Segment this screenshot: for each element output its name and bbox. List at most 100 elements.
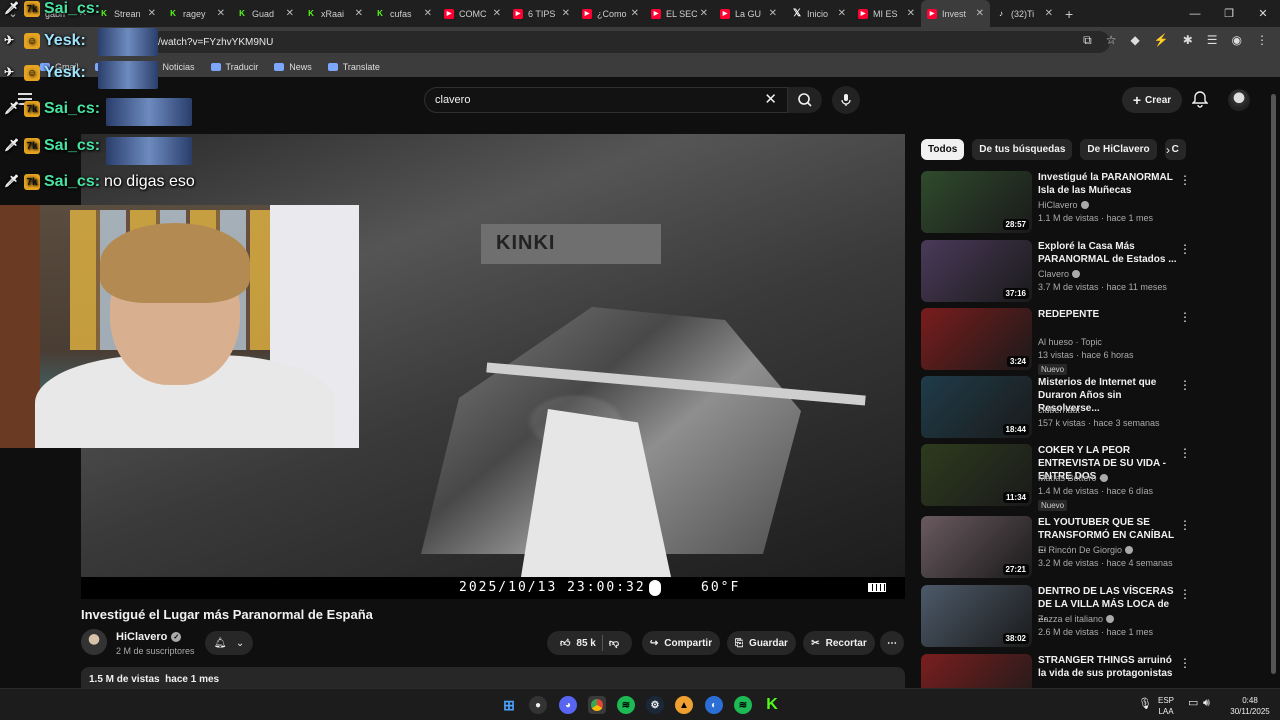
thumbs-down-icon[interactable]: 👎︎ xyxy=(609,637,619,649)
scrollbar[interactable] xyxy=(1271,88,1277,688)
more-actions-button[interactable]: ⋯ xyxy=(880,631,904,655)
bookmark-item[interactable]: News xyxy=(274,62,312,72)
more-options-icon[interactable]: ⋮ xyxy=(1179,310,1191,324)
recommended-title[interactable]: STRANGER THINGS arruinó la vida de sus p… xyxy=(1038,654,1178,680)
more-options-icon[interactable]: ⋮ xyxy=(1179,656,1191,670)
recommended-channel[interactable]: Zazza el italiano xyxy=(1038,614,1115,624)
browser-tab[interactable]: 𝕏 Inicio ✕ xyxy=(783,0,852,27)
tab-close-icon[interactable]: ✕ xyxy=(424,8,432,19)
recommended-channel[interactable]: Al hueso · Topic xyxy=(1038,337,1102,347)
video-thumbnail[interactable]: 38:02 xyxy=(921,585,1032,647)
language-indicator[interactable]: ESP LAA xyxy=(1158,695,1174,717)
browser-menu-icon[interactable]: ⋮ xyxy=(1256,33,1268,48)
filter-chip[interactable]: De HiClavero xyxy=(1080,139,1157,160)
recommended-video[interactable]: 3:24 REDEPENTE Al hueso · Topic 13 vistas ·… xyxy=(921,308,1191,375)
minimize-icon[interactable]: — xyxy=(1178,8,1212,20)
tab-close-icon[interactable]: ✕ xyxy=(976,8,984,19)
browser-tab[interactable]: ▶ COMC ✕ xyxy=(438,0,507,27)
more-options-icon[interactable]: ⋮ xyxy=(1179,378,1191,392)
video-thumbnail[interactable]: 37:16 xyxy=(921,240,1032,302)
steam-icon[interactable]: ⚙ xyxy=(646,696,664,714)
recommended-title[interactable]: Investigué la PARANORMAL Isla de las Muñ… xyxy=(1038,171,1178,197)
browser-tab[interactable]: Kcufas ✕ xyxy=(369,0,438,27)
channel-name[interactable]: HiClavero ✓ xyxy=(116,631,182,643)
bookmark-star-icon[interactable]: ☆ xyxy=(1106,33,1117,48)
more-options-icon[interactable]: ⋮ xyxy=(1179,173,1191,187)
filter-chip[interactable]: De tus búsquedas xyxy=(972,139,1073,160)
recommended-title[interactable]: REDEPENTE xyxy=(1038,308,1178,321)
recommended-video[interactable]: 37:16 Exploré la Casa Más PARANORMAL de E… xyxy=(921,240,1191,304)
microphone-tray-icon[interactable]: 🎙︎ xyxy=(1138,699,1152,710)
recommended-channel[interactable]: HiClavero xyxy=(1038,200,1089,210)
chrome-icon[interactable] xyxy=(588,696,606,714)
tab-close-icon[interactable]: ✕ xyxy=(148,8,156,19)
extension-icon[interactable]: ◆ xyxy=(1131,33,1140,48)
more-options-icon[interactable]: ⋮ xyxy=(1179,518,1191,532)
browser-tab[interactable]: ▶ MI ES ✕ xyxy=(852,0,921,27)
tab-close-icon[interactable]: ✕ xyxy=(562,8,570,19)
recommended-video[interactable]: 18:44 Misterios de Internet que Duraron A… xyxy=(921,376,1191,440)
chevron-right-icon[interactable]: › xyxy=(1166,143,1170,157)
close-window-icon[interactable]: ✕ xyxy=(1246,7,1280,20)
browser-tab[interactable]: K Guad ✕ xyxy=(231,0,300,27)
address-bar[interactable]: /watch?v=FYzhvYKM9NU xyxy=(150,31,1110,53)
browser-tab[interactable]: ♪ (32)Ti ✕ xyxy=(990,0,1059,27)
account-avatar[interactable] xyxy=(1228,89,1250,111)
video-thumbnail[interactable]: 28:57 xyxy=(921,171,1032,233)
new-tab-button[interactable]: + xyxy=(1065,6,1073,22)
tab-close-icon[interactable]: ✕ xyxy=(355,8,363,19)
recommended-title[interactable]: Exploré la Casa Más PARANORMAL de Estado… xyxy=(1038,240,1178,266)
browser-tab[interactable]: KxRaai ✕ xyxy=(300,0,369,27)
search-button[interactable] xyxy=(788,87,822,113)
notifications-icon[interactable] xyxy=(1191,90,1209,113)
recommended-channel[interactable]: El Rincón De Giorgio xyxy=(1038,545,1134,555)
tab-close-icon[interactable]: ✕ xyxy=(907,8,915,19)
video-thumbnail[interactable]: 27:21 xyxy=(921,516,1032,578)
voice-search-button[interactable] xyxy=(832,86,860,114)
tab-close-icon[interactable]: ✕ xyxy=(769,8,777,19)
search-input[interactable]: clavero ✕ xyxy=(424,87,788,113)
browser-tab[interactable]: ▶ ¿Como ✕ xyxy=(576,0,645,27)
clear-search-icon[interactable]: ✕ xyxy=(764,90,777,108)
clock[interactable]: 0:48 30/11/2025 xyxy=(1224,695,1276,717)
kick-app-icon[interactable]: K xyxy=(763,696,781,714)
tab-close-icon[interactable]: ✕ xyxy=(838,8,846,19)
subscription-bell-button[interactable]: 🔔︎ ⌄ xyxy=(205,631,253,655)
spotify-2-icon[interactable]: ≋ xyxy=(734,696,752,714)
browser-tab[interactable]: ▶ EL SEC ✕ xyxy=(645,0,714,27)
share-button[interactable]: ↪ Compartir xyxy=(642,631,720,655)
puzzle-icon[interactable]: ✱ xyxy=(1183,33,1193,48)
recommended-channel[interactable]: Matías Bottero xyxy=(1038,473,1108,483)
browser-tab[interactable]: Kragey ✕ xyxy=(162,0,231,27)
video-thumbnail[interactable]: 11:34 xyxy=(921,444,1032,506)
create-button[interactable]: + Crear xyxy=(1122,87,1182,113)
cast-icon[interactable]: ⧉ xyxy=(1083,33,1092,48)
recommended-channel[interactable]: clubernaut xyxy=(1038,405,1080,415)
tab-close-icon[interactable]: ✕ xyxy=(286,8,294,19)
like-button[interactable]: 👍︎ 85 k xyxy=(560,637,596,650)
tab-close-icon[interactable]: ✕ xyxy=(631,8,639,19)
volume-icon[interactable]: 🔊︎ xyxy=(1203,698,1210,709)
tab-close-icon[interactable]: ✕ xyxy=(1045,8,1053,19)
recommended-video[interactable]: 28:57 Investigué la PARANORMAL Isla de la… xyxy=(921,171,1191,235)
browser-tab[interactable]: ▶ Invest ✕ xyxy=(921,0,990,27)
tab-close-icon[interactable]: ✕ xyxy=(700,8,708,19)
more-options-icon[interactable]: ⋮ xyxy=(1179,446,1191,460)
discord-icon[interactable]: ◕ xyxy=(559,696,577,714)
tab-close-icon[interactable]: ✕ xyxy=(493,8,501,19)
video-thumbnail[interactable]: 3:24 xyxy=(921,308,1032,370)
more-options-icon[interactable]: ⋮ xyxy=(1179,242,1191,256)
filter-chip[interactable]: Todos xyxy=(921,139,965,160)
bookmark-item[interactable]: Traducir xyxy=(210,62,258,72)
edge-icon[interactable]: ◐ xyxy=(705,696,723,714)
recommended-video[interactable]: 27:21 EL YOUTUBER QUE SE TRANSFORMÓ EN CA… xyxy=(921,516,1191,580)
spotify-icon[interactable]: ≋ xyxy=(617,696,635,714)
brave-icon[interactable]: ▲ xyxy=(675,696,693,714)
reading-list-icon[interactable]: ☰ xyxy=(1207,33,1218,48)
save-button[interactable]: ⎘ Guardar xyxy=(727,631,796,655)
more-options-icon[interactable]: ⋮ xyxy=(1179,587,1191,601)
channel-avatar[interactable] xyxy=(81,629,107,655)
browser-tab[interactable]: ▶ 6 TIPS ✕ xyxy=(507,0,576,27)
recommended-video[interactable]: 11:34 COKER Y LA PEOR ENTREVISTA DE SU VI… xyxy=(921,444,1191,511)
tab-close-icon[interactable]: ✕ xyxy=(217,8,225,19)
